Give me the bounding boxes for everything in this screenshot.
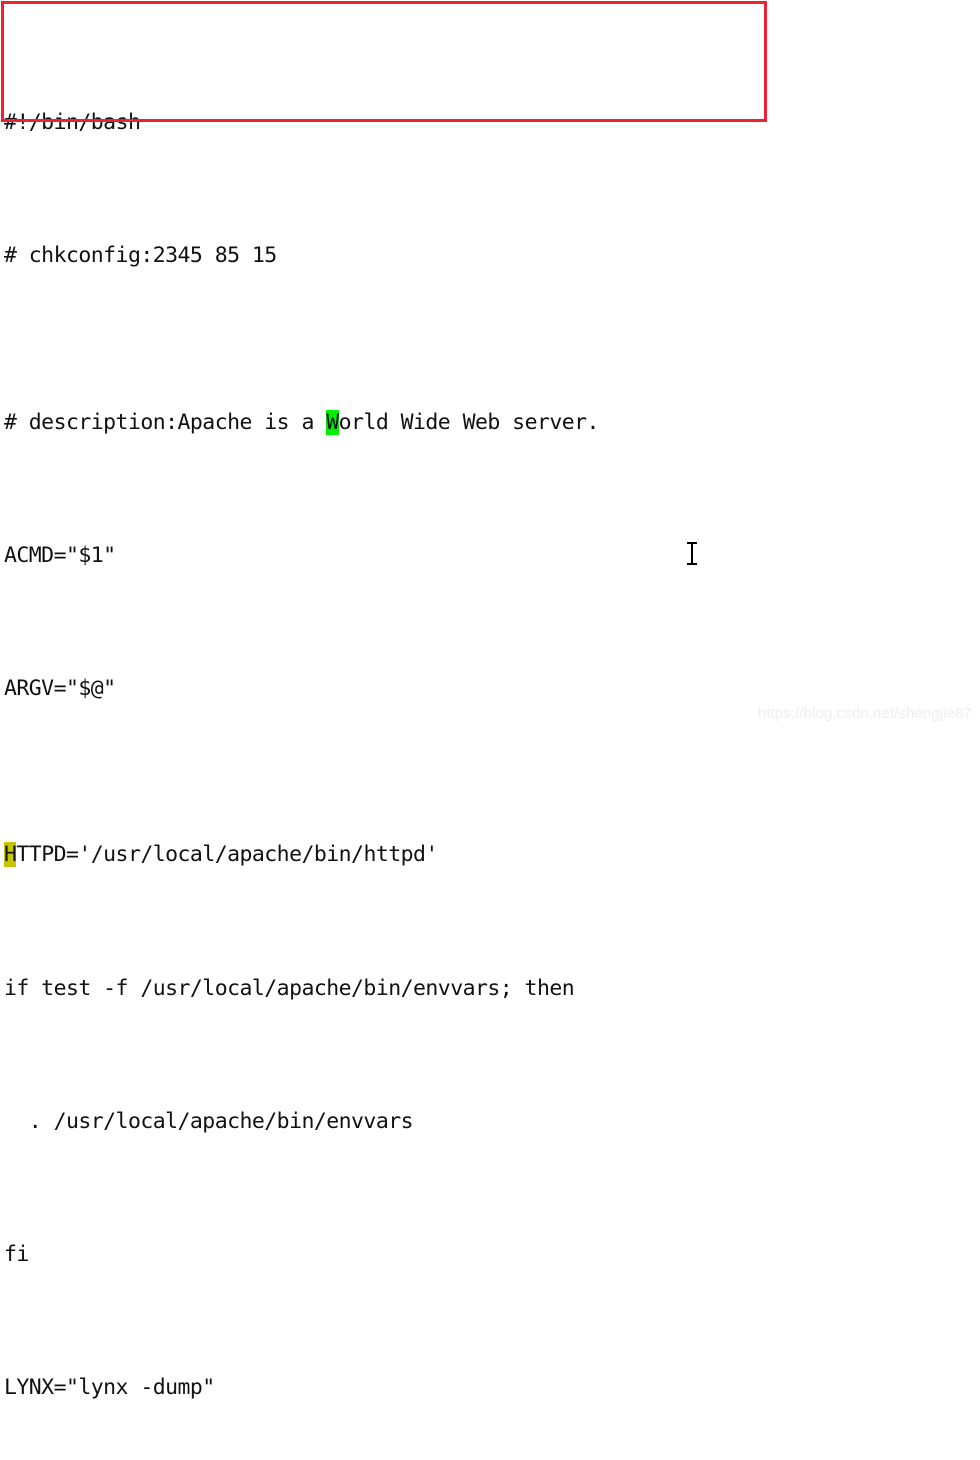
screenshot-canvas: #!/bin/bash # chkconfig:2345 85 15 # des…	[0, 0, 980, 1400]
code-line: ARGV="$@"	[4, 675, 116, 701]
code-line: HTTPD='/usr/local/apache/bin/httpd'	[4, 838, 980, 871]
code-line: # chkconfig:2345 85 15	[4, 243, 277, 269]
code-line: if test -f /usr/local/apache/bin/envvars…	[4, 975, 575, 1001]
code-fragment: TTPD='/usr/local/apache/bin/httpd'	[16, 842, 438, 868]
highlight-olive-h: H	[4, 842, 17, 868]
code-line: ACMD="$1"	[4, 542, 116, 568]
code-line: # description:Apache is a World Wide Web…	[4, 406, 980, 439]
code-line: LYNX="lynx -dump"	[4, 1375, 215, 1401]
code-listing[interactable]: #!/bin/bash # chkconfig:2345 85 15 # des…	[0, 0, 980, 1460]
code-line: fi	[4, 1241, 29, 1267]
code-line: #!/bin/bash	[4, 109, 141, 135]
highlight-green-w: W	[326, 409, 339, 435]
code-line: . /usr/local/apache/bin/envvars	[4, 1108, 414, 1134]
code-fragment: # description:Apache is a	[4, 409, 327, 435]
code-fragment: orld Wide Web server.	[338, 409, 600, 435]
